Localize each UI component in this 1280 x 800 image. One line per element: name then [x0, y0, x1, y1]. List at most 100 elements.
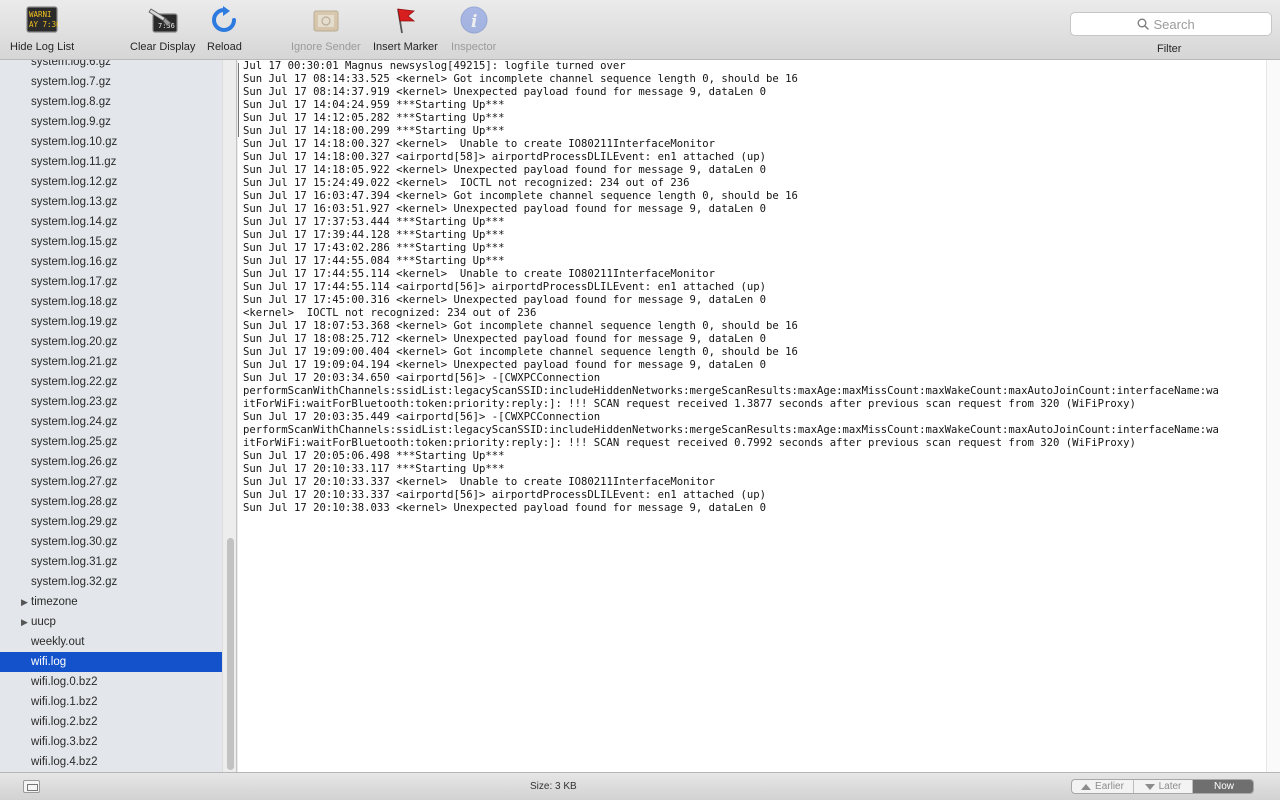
sidebar-log-item[interactable]: system.log.20.gz [0, 332, 222, 352]
sidebar-log-item[interactable]: system.log.13.gz [0, 192, 222, 212]
log-list: system.log.6.gz system.log.7.gz system.log… [0, 60, 222, 772]
sidebar-log-item[interactable]: wifi.log.1.bz2 [0, 692, 222, 712]
sidebar-log-item[interactable]: system.log.31.gz [0, 552, 222, 572]
reload-label: Reload [207, 41, 242, 53]
sidebar-log-item[interactable]: system.log.26.gz [0, 452, 222, 472]
sidebar-log-item[interactable]: wifi.log.2.bz2 [0, 712, 222, 732]
sidebar-log-item[interactable]: system.log.11.gz [0, 152, 222, 172]
sidebar-item-label: system.log.32.gz [31, 576, 118, 588]
log-scrollbar-track[interactable] [1266, 60, 1280, 772]
sidebar-item-label: system.log.20.gz [31, 336, 118, 348]
down-triangle-icon [1144, 783, 1155, 790]
time-navigation-control: Earlier Later Now [1071, 779, 1254, 794]
sidebar-scrollbar-thumb[interactable] [227, 538, 234, 770]
sidebar-log-item[interactable]: system.log.29.gz [0, 512, 222, 532]
search-icon [1137, 18, 1149, 30]
sidebar-folder-item[interactable]: ▶ uucp [0, 612, 222, 632]
log-line: Sun Jul 17 20:10:33.337 <kernel> Unable … [243, 476, 715, 488]
search-field[interactable] [1070, 12, 1272, 36]
sidebar-log-item[interactable]: system.log.19.gz [0, 312, 222, 332]
disclosure-triangle-icon[interactable]: ▶ [21, 592, 28, 612]
sidebar-log-item[interactable]: system.log.30.gz [0, 532, 222, 552]
log-line: Sun Jul 17 18:08:25.712 <kernel> Unexpec… [243, 333, 766, 345]
reload-icon [208, 4, 240, 36]
inspector-label: Inspector [451, 41, 497, 53]
later-button[interactable]: Later [1134, 780, 1193, 793]
log-line: Sun Jul 17 14:12:05.282 ***Starting Up**… [243, 112, 505, 124]
log-line: Sun Jul 17 16:03:47.394 <kernel> Got inc… [243, 190, 798, 202]
log-line: Sun Jul 17 17:37:53.444 ***Starting Up**… [243, 216, 505, 228]
sidebar-log-item[interactable]: system.log.15.gz [0, 232, 222, 252]
filter-label: Filter [1157, 43, 1182, 55]
insert-marker-label: Insert Marker [373, 41, 438, 53]
sidebar-item-label: system.log.7.gz [31, 76, 111, 88]
search-input[interactable] [1153, 16, 1206, 32]
sidebar-log-item[interactable]: system.log.10.gz [0, 132, 222, 152]
log-line: Sun Jul 17 14:04:24.959 ***Starting Up**… [243, 99, 505, 111]
toggle-window-icon[interactable] [23, 780, 40, 793]
log-line: Sun Jul 17 17:43:02.286 ***Starting Up**… [243, 242, 505, 254]
sidebar-log-item[interactable]: system.log.7.gz [0, 72, 222, 92]
sidebar-log-item[interactable]: system.log.12.gz [0, 172, 222, 192]
sidebar-log-item[interactable]: weekly.out [0, 632, 222, 652]
ignore-sender-button[interactable]: Ignore Sender [291, 4, 361, 53]
sidebar-log-item[interactable]: wifi.log.0.bz2 [0, 672, 222, 692]
sidebar-item-label: system.log.11.gz [31, 156, 117, 168]
status-bar: Size: 3 KB Earlier Later Now [0, 772, 1280, 800]
sidebar-log-item[interactable]: system.log.25.gz [0, 432, 222, 452]
now-button[interactable]: Now [1193, 780, 1253, 793]
sidebar-item-label: system.log.29.gz [31, 516, 118, 528]
flag-marker-icon [389, 4, 421, 36]
sidebar-item-label: system.log.26.gz [31, 456, 118, 468]
console-window: WARNI AY 7:36 Hide Log List 7:36 Clear D… [0, 0, 1280, 800]
log-line: Sun Jul 17 18:07:53.368 <kernel> Got inc… [243, 320, 798, 332]
hide-log-list-button[interactable]: WARNI AY 7:36 Hide Log List [10, 4, 74, 53]
sidebar-log-item[interactable]: system.log.18.gz [0, 292, 222, 312]
reload-button[interactable]: Reload [207, 4, 242, 53]
svg-text:i: i [471, 12, 477, 32]
sidebar-item-label: system.log.10.gz [31, 136, 118, 148]
sidebar-item-label: wifi.log.2.bz2 [31, 716, 98, 728]
sidebar-log-item[interactable]: system.log.27.gz [0, 472, 222, 492]
sidebar-log-item[interactable]: system.log.21.gz [0, 352, 222, 372]
sidebar-log-item[interactable]: system.log.16.gz [0, 252, 222, 272]
earlier-button[interactable]: Earlier [1072, 780, 1134, 793]
log-line: Sun Jul 17 19:09:00.404 <kernel> Got inc… [243, 346, 798, 358]
sidebar-log-item[interactable]: system.log.32.gz [0, 572, 222, 592]
sidebar-log-item[interactable]: system.log.9.gz [0, 112, 222, 132]
log-line: Sun Jul 17 20:10:33.117 ***Starting Up**… [243, 463, 505, 475]
log-line: Sun Jul 17 14:18:00.327 <airportd[58]> a… [243, 151, 766, 163]
clear-display-button[interactable]: 7:36 Clear Display [130, 4, 195, 53]
log-view[interactable]: Jul 17 00:30:01 Magnus newsyslog[49215]:… [238, 60, 1280, 772]
toolbar: WARNI AY 7:36 Hide Log List 7:36 Clear D… [0, 0, 1280, 60]
sidebar-log-item[interactable]: system.log.8.gz [0, 92, 222, 112]
disclosure-triangle-icon[interactable]: ▶ [21, 612, 28, 632]
sidebar-log-item[interactable]: system.log.22.gz [0, 372, 222, 392]
log-list-sidebar: system.log.6.gz system.log.7.gz system.log… [0, 60, 237, 772]
now-label: Now [1213, 781, 1234, 792]
sidebar-folder-item[interactable]: ▶ timezone [0, 592, 222, 612]
log-line: itForWiFi:waitForBluetooth:token:priorit… [243, 437, 1136, 449]
sidebar-item-label: system.log.22.gz [31, 376, 118, 388]
sidebar-item-label: system.log.24.gz [31, 416, 118, 428]
log-line: Sun Jul 17 19:09:04.194 <kernel> Unexpec… [243, 359, 766, 371]
log-line: Sun Jul 17 17:45:00.316 <kernel> Unexpec… [243, 294, 766, 306]
sidebar-item-label: timezone [31, 596, 78, 608]
sidebar-log-item[interactable]: system.log.17.gz [0, 272, 222, 292]
sidebar-log-item[interactable]: system.log.28.gz [0, 492, 222, 512]
sidebar-log-item[interactable]: system.log.23.gz [0, 392, 222, 412]
up-triangle-icon [1081, 783, 1092, 790]
sidebar-log-item[interactable]: system.log.14.gz [0, 212, 222, 232]
log-line: performScanWithChannels:ssidList:legacyS… [243, 385, 1219, 397]
sidebar-log-item[interactable]: wifi.log.4.bz2 [0, 752, 222, 772]
inspector-button[interactable]: i Inspector [451, 4, 496, 53]
sidebar-log-item[interactable]: wifi.log [0, 652, 222, 672]
log-line: Sun Jul 17 14:18:00.327 <kernel> Unable … [243, 138, 715, 150]
insert-marker-button[interactable]: Insert Marker [373, 4, 438, 53]
log-line: Sun Jul 17 08:14:33.525 <kernel> Got inc… [243, 73, 798, 85]
sidebar-log-item[interactable]: system.log.24.gz [0, 412, 222, 432]
log-line: Sun Jul 17 16:03:51.927 <kernel> Unexpec… [243, 203, 766, 215]
sidebar-log-item[interactable]: wifi.log.3.bz2 [0, 732, 222, 752]
clear-display-label: Clear Display [130, 41, 196, 53]
sidebar-log-item[interactable]: system.log.6.gz [0, 60, 222, 72]
